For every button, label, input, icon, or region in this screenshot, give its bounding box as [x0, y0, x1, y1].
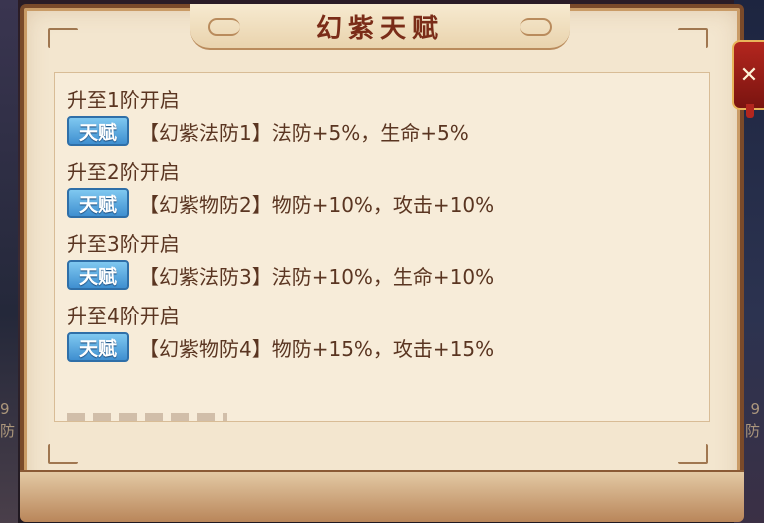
talent-description: 【幻紫物防2】物防+10%，攻击+10% [139, 192, 495, 217]
edge-text-left: 9防 [0, 400, 16, 440]
talent-line: 天赋 【幻紫物防2】物防+10%，攻击+10% [67, 187, 494, 219]
talent-entries: 升至1阶开启 天赋 【幻紫法防1】法防+5%，生命+5% 升至2阶开启 天赋 【幻紫物防2… [67, 85, 494, 373]
talent-description: 【幻紫法防3】法防+10%，生命+10% [139, 264, 495, 289]
corner-ornament [48, 444, 78, 464]
background-left [0, 0, 18, 523]
panel-bottom-trim [20, 470, 744, 522]
corner-ornament [48, 28, 78, 48]
unlock-condition: 升至1阶开启 [67, 88, 180, 112]
talent-entry: 升至4阶开启天赋 【幻紫物防4】物防+15%，攻击+15% [67, 301, 494, 363]
talent-line: 天赋 【幻紫物防4】物防+15%，攻击+15% [67, 331, 494, 363]
talent-line: 天赋 【幻紫法防3】法防+10%，生命+10% [67, 259, 494, 291]
close-tassel [746, 104, 754, 118]
talent-entry: 升至2阶开启天赋 【幻紫物防2】物防+10%，攻击+10% [67, 157, 494, 219]
corner-ornament [678, 28, 708, 48]
talent-description: 【幻紫物防4】物防+15%，攻击+15% [139, 336, 495, 361]
talent-tag-badge: 天赋 [67, 116, 129, 146]
talent-entry: 升至1阶开启天赋 【幻紫法防1】法防+5%，生命+5% [67, 85, 494, 147]
panel-title: 幻紫天赋 [315, 13, 444, 44]
talent-line: 天赋 【幻紫法防1】法防+5%，生命+5% [67, 115, 494, 147]
close-button[interactable]: ✕ [732, 40, 764, 110]
unlock-condition: 升至4阶开启 [67, 304, 180, 328]
close-icon: ✕ [739, 62, 759, 88]
talent-description: 【幻紫法防1】法防+5%，生命+5% [139, 120, 469, 145]
talent-entry: 升至3阶开启天赋 【幻紫法防3】法防+10%，生命+10% [67, 229, 494, 291]
talent-tag-badge: 天赋 [67, 188, 129, 218]
corner-ornament [678, 444, 708, 464]
unlock-condition: 升至3阶开启 [67, 232, 180, 256]
unlock-condition: 升至2阶开启 [67, 160, 180, 184]
talent-list[interactable]: 升至1阶开启 天赋 【幻紫法防1】法防+5%，生命+5% 升至2阶开启 天赋 【幻紫物防2… [54, 72, 710, 422]
talent-tag-badge: 天赋 [67, 260, 129, 290]
next-entry-peek [67, 413, 227, 421]
talent-tag-badge: 天赋 [67, 332, 129, 362]
edge-text-right: 9防 [744, 400, 760, 440]
title-banner: 幻紫天赋 [190, 4, 570, 50]
